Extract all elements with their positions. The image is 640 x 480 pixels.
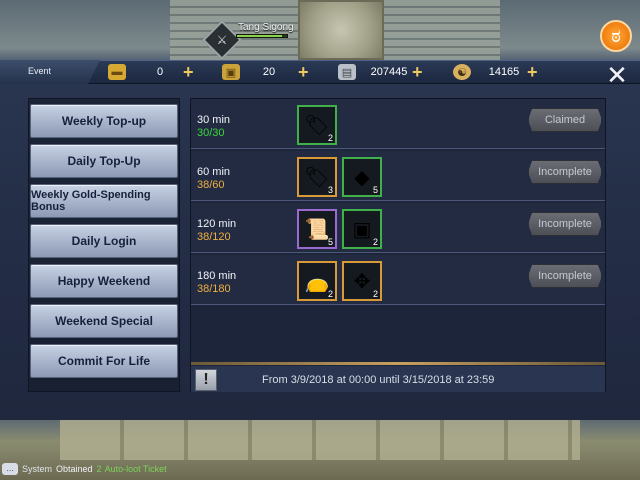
- item-quantity: 5: [327, 237, 333, 247]
- ornate-scroll-icon[interactable]: ✥ 2: [342, 261, 382, 301]
- list-divider: [191, 362, 605, 365]
- info-icon[interactable]: !: [195, 369, 217, 391]
- reward-row: 180 min 38/180 👝 2 ✥ 2 Incomplete: [191, 255, 605, 305]
- item-quantity: 3: [327, 185, 333, 195]
- reward-row: 60 min 38/60 🏷 3 ◆ 5 Incomplete: [191, 151, 605, 201]
- add-silver-button[interactable]: +: [412, 63, 423, 81]
- item-quantity: 2: [372, 237, 378, 247]
- gold-ingot-icon: ▬: [108, 64, 126, 80]
- menu-weekly-gold-spending-bonus[interactable]: Weekly Gold-Spending Bonus: [30, 184, 178, 218]
- system-item-qty: 2: [96, 464, 102, 474]
- resource-silver-value: 207445: [370, 66, 408, 78]
- player-name: Tang Sigong: [238, 22, 294, 33]
- menu-weekend-special[interactable]: Weekend Special: [30, 304, 178, 338]
- event-date-range: From 3/9/2018 at 00:00 until 3/15/2018 a…: [262, 374, 495, 386]
- reward-time: 120 min: [197, 218, 237, 230]
- reward-progress: 30/30: [197, 127, 225, 139]
- resource-bound-gold-value: 20: [262, 66, 276, 78]
- gold-token-icon[interactable]: 🏷 3: [297, 157, 337, 197]
- reward-time: 180 min: [197, 270, 237, 282]
- resource-gold-value: 0: [156, 66, 164, 78]
- tab-event[interactable]: Event: [0, 60, 100, 84]
- silver-icon: ▤: [338, 64, 356, 80]
- menu-weekly-top-up[interactable]: Weekly Top-up: [30, 104, 178, 138]
- system-label: System: [22, 464, 53, 474]
- reward-time: 30 min: [197, 114, 231, 126]
- add-gold-button[interactable]: +: [183, 63, 194, 81]
- spiral-menu-button[interactable]: ಠ: [600, 20, 632, 52]
- stone-tile: [298, 0, 384, 60]
- player-health-bar: [236, 34, 288, 38]
- menu-daily-login[interactable]: Daily Login: [30, 224, 178, 258]
- close-button[interactable]: ✕: [606, 62, 628, 88]
- menu-happy-weekend[interactable]: Happy Weekend: [30, 264, 178, 298]
- system-item-name: Auto-loot Ticket: [104, 464, 167, 474]
- resource-gold: ▬ 0 +: [108, 62, 194, 82]
- incomplete-button[interactable]: Incomplete: [528, 160, 602, 184]
- item-quantity: 2: [327, 289, 333, 299]
- chat-icon[interactable]: …: [2, 463, 18, 475]
- incomplete-button[interactable]: Incomplete: [528, 264, 602, 288]
- ore-icon[interactable]: ◆ 5: [342, 157, 382, 197]
- scroll-icon[interactable]: 📜 5: [297, 209, 337, 249]
- reward-row: 120 min 38/120 📜 5 ▣ 2 Incomplete: [191, 203, 605, 253]
- item-quantity: 2: [372, 289, 378, 299]
- item-quantity: 2: [327, 133, 333, 143]
- stairs-bottom: [60, 420, 580, 460]
- menu-commit-for-life[interactable]: Commit For Life: [30, 344, 178, 378]
- item-quantity: 5: [372, 185, 378, 195]
- add-bound-gold-button[interactable]: +: [298, 63, 309, 81]
- treasure-chest-icon[interactable]: ▣ 2: [342, 209, 382, 249]
- resource-silver: ▤ 207445 +: [338, 62, 423, 82]
- yin-yang-coin-icon: ☯: [453, 64, 471, 80]
- resource-bound-gold: ▣ 20 +: [222, 62, 309, 82]
- reward-time: 60 min: [197, 166, 231, 178]
- reward-progress: 38/60: [197, 179, 225, 191]
- resource-coins-value: 14165: [488, 66, 520, 78]
- tab-event-label: Event: [28, 66, 52, 76]
- bound-gold-icon: ▣: [222, 64, 240, 80]
- menu-daily-top-up[interactable]: Daily Top-Up: [30, 144, 178, 178]
- reward-progress: 38/180: [197, 283, 231, 295]
- system-obtained-text: Obtained: [56, 464, 93, 474]
- add-coins-button[interactable]: +: [527, 63, 538, 81]
- system-message: … System Obtained 2 Auto-loot Ticket: [0, 459, 260, 479]
- pouch-icon[interactable]: 👝 2: [297, 261, 337, 301]
- gold-token-icon[interactable]: 🏷 2: [297, 105, 337, 145]
- claimed-button[interactable]: Claimed: [528, 108, 602, 132]
- reward-row: 30 min 30/30 🏷 2 Claimed: [191, 99, 605, 149]
- resource-coins: ☯ 14165 +: [453, 62, 538, 82]
- incomplete-button[interactable]: Incomplete: [528, 212, 602, 236]
- player-health-fill: [237, 35, 282, 37]
- reward-progress: 38/120: [197, 231, 231, 243]
